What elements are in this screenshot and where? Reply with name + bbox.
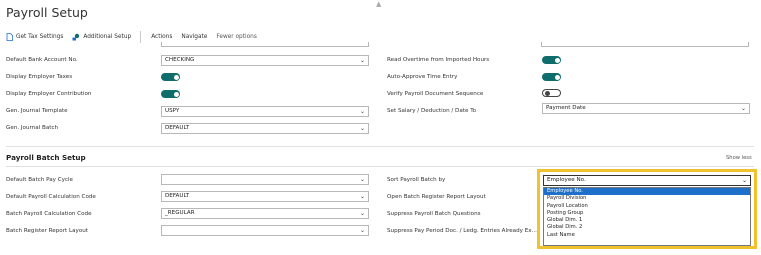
auto-approve-toggle[interactable] xyxy=(542,73,561,81)
sort-options-list: Employee No. Payroll Division Payroll Lo… xyxy=(543,187,751,246)
sort-dropdown-highlight: Employee No. ⌄ Employee No. Payroll Divis… xyxy=(537,169,757,249)
sort-payroll-batch-select[interactable]: Employee No. ⌄ xyxy=(543,175,751,186)
batch-payroll-calc-code-value: _REGULAR xyxy=(165,210,195,216)
get-tax-settings-button[interactable]: Get Tax Settings xyxy=(6,33,63,41)
chevron-down-icon: ⌄ xyxy=(359,193,365,200)
batch-register-report-layout-select[interactable]: ⌄ xyxy=(161,225,369,236)
actions-menu[interactable]: Actions xyxy=(151,34,172,40)
suppress-pay-period-label: Suppress Pay Period Doc. / Ledg. Entries… xyxy=(387,228,537,234)
set-salary-date-select[interactable]: Payment Date ⌄ xyxy=(542,103,750,114)
batch-payroll-calc-code-label: Batch Payroll Calculation Code xyxy=(6,211,92,217)
additional-setup-label: Additional Setup xyxy=(83,34,132,40)
display-employer-taxes-label: Display Employer Taxes xyxy=(6,74,73,80)
clipped-row-right xyxy=(386,42,750,48)
fewer-options-label: Fewer options xyxy=(216,34,257,40)
batch-payroll-calc-code-select[interactable]: _REGULAR ⌄ xyxy=(161,208,369,219)
actions-menu-label: Actions xyxy=(151,34,173,40)
page-title: Payroll Setup xyxy=(6,5,88,20)
collapse-caret-icon[interactable]: ▲ xyxy=(376,0,381,8)
settings-icon xyxy=(72,33,80,41)
sort-option-last-name[interactable]: Last Name xyxy=(544,232,750,239)
display-employer-taxes-toggle[interactable] xyxy=(161,73,180,81)
sort-option-global-dim-2[interactable]: Global Dim. 2 xyxy=(544,224,750,231)
open-batch-register-layout-label: Open Batch Register Report Layout xyxy=(387,194,486,200)
additional-setup-button[interactable]: Additional Setup xyxy=(72,33,131,41)
sort-option-payroll-location[interactable]: Payroll Location xyxy=(544,203,750,210)
section-divider xyxy=(6,166,754,167)
sort-option-global-dim-1[interactable]: Global Dim. 1 xyxy=(544,217,750,224)
sort-option-employee-no[interactable]: Employee No. xyxy=(544,188,750,196)
set-salary-date-label: Set Salary / Deduction / Date To xyxy=(387,108,477,114)
toggle-knob xyxy=(554,57,560,63)
auto-approve-label: Auto-Approve Time Entry xyxy=(387,74,458,80)
toggle-knob xyxy=(544,91,550,96)
gen-journal-batch-label: Gen. Journal Batch xyxy=(6,125,59,131)
get-tax-settings-label: Get Tax Settings xyxy=(16,34,64,40)
sort-option-posting-group[interactable]: Posting Group xyxy=(544,210,750,217)
verify-sequence-label: Verify Payroll Document Sequence xyxy=(387,91,484,97)
chevron-down-icon: ⌄ xyxy=(359,176,365,183)
toggle-knob xyxy=(173,74,179,80)
default-batch-pay-cycle-label: Default Batch Pay Cycle xyxy=(6,177,73,183)
display-employer-contribution-label: Display Employer Contribution xyxy=(6,91,92,97)
batch-register-report-layout-label: Batch Register Report Layout xyxy=(6,228,89,234)
chevron-down-icon: ⌄ xyxy=(359,210,365,217)
default-bank-account-select[interactable]: CHECKING ⌄ xyxy=(161,55,369,66)
clipped-row-left xyxy=(6,42,370,48)
navigate-menu[interactable]: Navigate xyxy=(181,34,207,40)
verify-sequence-toggle[interactable] xyxy=(542,89,561,97)
gen-journal-template-value: USPY xyxy=(165,108,180,114)
toggle-knob xyxy=(554,74,560,80)
chevron-down-icon: ⌄ xyxy=(740,105,746,112)
set-salary-date-value: Payment Date xyxy=(546,105,586,111)
sort-payroll-batch-value: Employee No. xyxy=(547,177,586,183)
display-employer-contribution-toggle[interactable] xyxy=(161,90,180,98)
document-icon xyxy=(6,33,13,41)
chevron-down-icon: ⌄ xyxy=(741,177,747,184)
default-payroll-calc-code-label: Default Payroll Calculation Code xyxy=(6,194,96,200)
show-less-link[interactable]: Show less xyxy=(726,155,752,161)
gen-journal-template-label: Gen. Journal Template xyxy=(6,108,68,114)
default-batch-pay-cycle-select[interactable]: ⌄ xyxy=(161,174,369,185)
read-overtime-label: Read Overtime from Imported Hours xyxy=(387,57,490,63)
gen-journal-template-select[interactable]: USPY ⌄ xyxy=(161,106,369,117)
default-payroll-calc-code-value: DEFAULT xyxy=(165,193,190,199)
toggle-knob xyxy=(173,91,179,97)
chevron-down-icon: ⌄ xyxy=(359,125,365,132)
payroll-batch-setup-title: Payroll Batch Setup xyxy=(6,153,86,162)
chevron-down-icon: ⌄ xyxy=(359,227,365,234)
section-divider xyxy=(6,146,754,147)
suppress-batch-questions-label: Suppress Payroll Batch Questions xyxy=(387,211,481,217)
gen-journal-batch-value: DEFAULT xyxy=(165,125,190,131)
fewer-options-button[interactable]: Fewer options xyxy=(216,34,256,40)
navigate-menu-label: Navigate xyxy=(181,34,208,40)
read-overtime-toggle[interactable] xyxy=(542,56,561,64)
default-bank-account-label: Default Bank Account No. xyxy=(6,57,78,63)
gen-journal-batch-select[interactable]: DEFAULT ⌄ xyxy=(161,123,369,134)
sort-option-payroll-division[interactable]: Payroll Division xyxy=(544,195,750,202)
default-bank-account-value: CHECKING xyxy=(165,57,195,63)
default-payroll-calc-code-select[interactable]: DEFAULT ⌄ xyxy=(161,191,369,202)
chevron-down-icon: ⌄ xyxy=(359,108,365,115)
sort-payroll-batch-label: Sort Payroll Batch by xyxy=(387,177,446,183)
chevron-down-icon: ⌄ xyxy=(359,57,365,64)
